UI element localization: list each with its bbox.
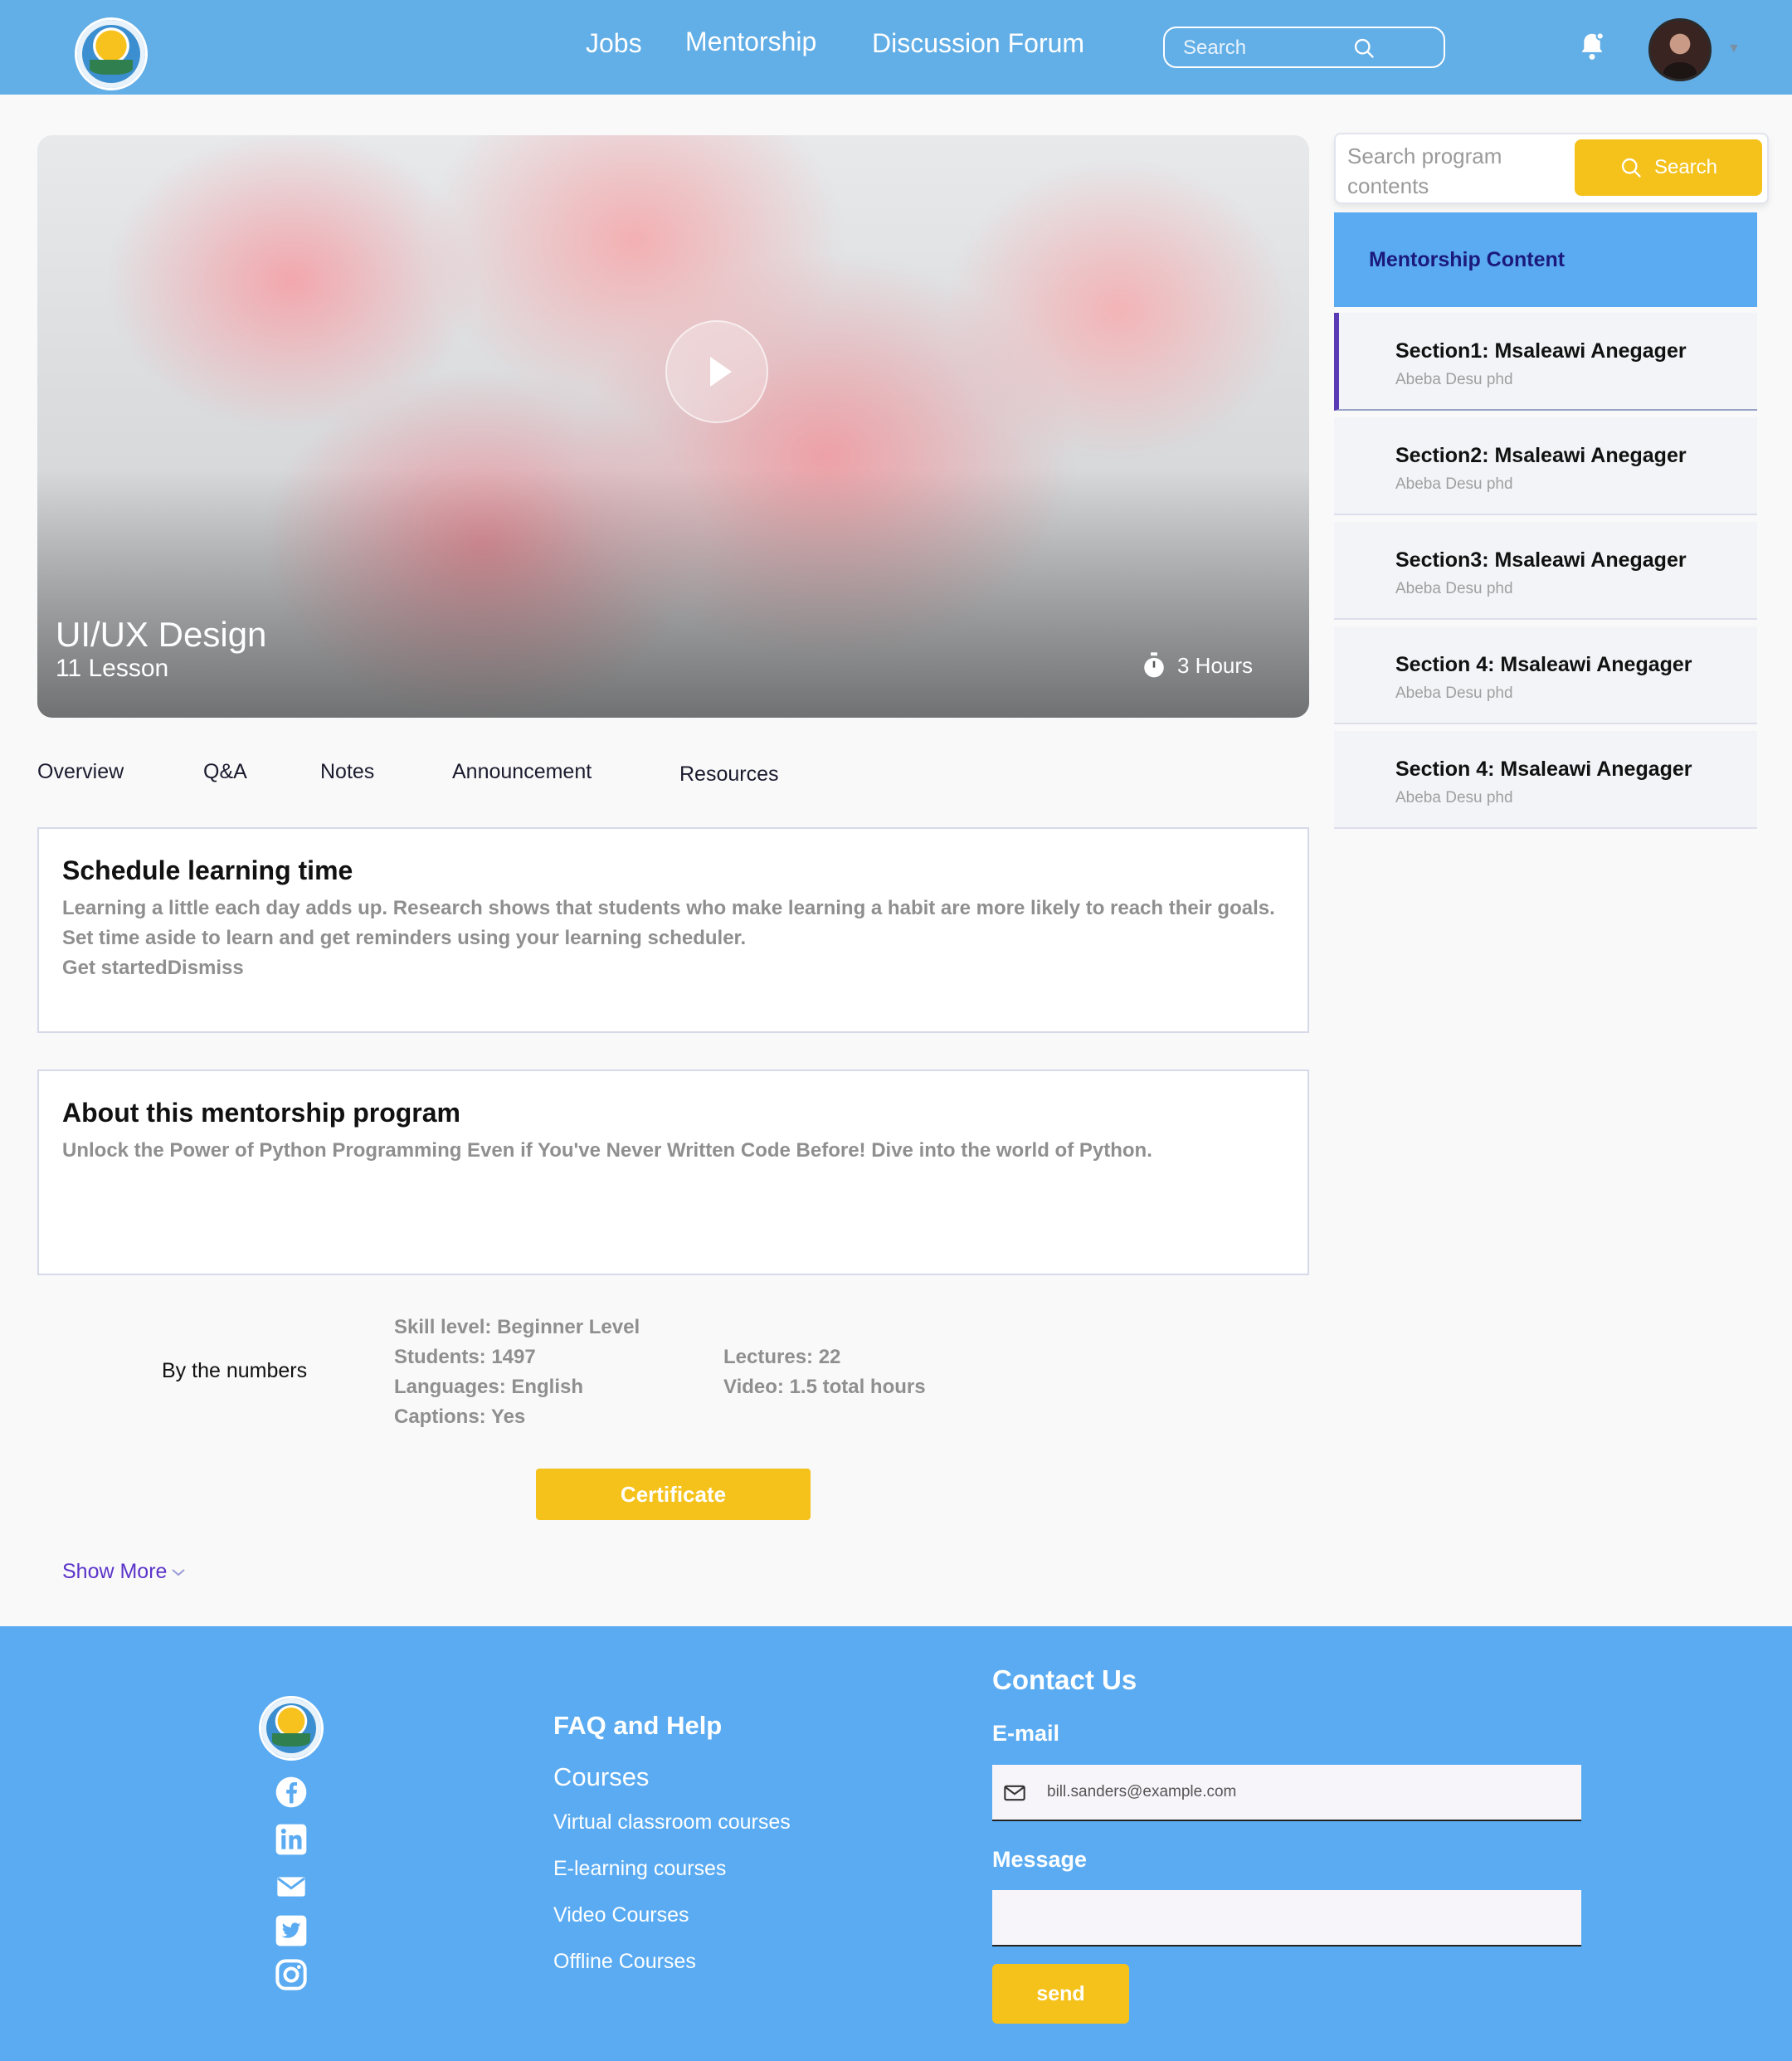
site-logo[interactable]	[75, 17, 148, 90]
content-section-2[interactable]: Section2: Msaleawi Anegager Abeba Desu p…	[1334, 417, 1757, 515]
faq-help-title[interactable]: FAQ and Help	[553, 1711, 722, 1741]
show-more-label: Show More	[62, 1560, 168, 1583]
send-button[interactable]: send	[992, 1964, 1129, 2024]
schedule-body: Learning a little each day adds up. Rese…	[62, 894, 1282, 983]
content-section-4[interactable]: Section 4: Msaleawi Anegager Abeba Desu …	[1334, 626, 1757, 724]
schedule-actions[interactable]: Get startedDismiss	[62, 957, 244, 979]
tab-announcement[interactable]: Announcement	[452, 760, 592, 784]
header-search-placeholder: Search	[1183, 37, 1247, 59]
program-search-button[interactable]: Search	[1575, 139, 1762, 196]
about-body: Unlock the Power of Python Programming E…	[62, 1139, 1152, 1162]
footer-link-offline-courses[interactable]: Offline Courses	[553, 1950, 696, 1974]
lesson-count: 11 Lesson	[56, 655, 169, 682]
mentorship-content-header: Mentorship Content	[1334, 212, 1757, 307]
section-author: Abeba Desu phd	[1395, 371, 1513, 388]
footer-link-e-learning[interactable]: E-learning courses	[553, 1857, 726, 1881]
video-hours: Video: 1.5 total hours	[723, 1376, 926, 1398]
section-author: Abeba Desu phd	[1395, 789, 1513, 806]
header-search-input[interactable]: Search	[1163, 27, 1445, 68]
notification-bell-icon[interactable]	[1578, 32, 1606, 61]
section-title: Section 4: Msaleawi Anegager	[1395, 653, 1692, 676]
tab-overview[interactable]: Overview	[37, 760, 124, 784]
play-button[interactable]	[665, 320, 768, 423]
message-label: Message	[992, 1847, 1088, 1872]
about-program-card: About this mentorship program Unlock the…	[37, 1069, 1309, 1275]
site-footer: FAQ and Help Courses Virtual classroom c…	[0, 1626, 1792, 2061]
section-title: Section1: Msaleawi Anegager	[1395, 339, 1687, 363]
email-value: bill.sanders@example.com	[1047, 1783, 1237, 1800]
section-author: Abeba Desu phd	[1395, 580, 1513, 597]
footer-logo[interactable]	[259, 1696, 324, 1761]
contact-us-title: Contact Us	[992, 1664, 1137, 1695]
schedule-learning-card: Schedule learning time Learning a little…	[37, 827, 1309, 1033]
section-author: Abeba Desu phd	[1395, 685, 1513, 702]
program-search: Search program contents Search	[1334, 133, 1769, 204]
linkedin-icon[interactable]	[275, 1823, 308, 1856]
duration-text: 3 Hours	[1177, 652, 1254, 678]
stopwatch-icon	[1144, 652, 1164, 678]
nav-discussion-forum[interactable]: Discussion Forum	[872, 28, 1084, 59]
schedule-description: Learning a little each day adds up. Rese…	[62, 897, 1275, 949]
email-icon[interactable]	[275, 1870, 308, 1903]
section-title: Section3: Msaleawi Anegager	[1395, 548, 1687, 572]
tab-resources[interactable]: Resources	[679, 763, 779, 787]
schedule-title: Schedule learning time	[62, 855, 353, 885]
nav-jobs[interactable]: Jobs	[586, 28, 642, 59]
search-icon[interactable]	[1352, 37, 1376, 60]
content-section-5[interactable]: Section 4: Msaleawi Anegager Abeba Desu …	[1334, 731, 1757, 829]
twitter-icon[interactable]	[275, 1914, 308, 1947]
nav-mentorship[interactable]: Mentorship	[685, 27, 816, 57]
play-icon	[710, 357, 732, 387]
course-duration: 3 Hours	[1141, 651, 1253, 680]
captions: Captions: Yes	[394, 1406, 526, 1428]
content-section-1[interactable]: Section1: Msaleawi Anegager Abeba Desu p…	[1334, 313, 1757, 411]
show-more-link[interactable]: Show More	[62, 1560, 187, 1584]
mail-icon	[1004, 1785, 1025, 1801]
footer-link-video-courses[interactable]: Video Courses	[553, 1903, 689, 1927]
top-nav-bar: Jobs Mentorship Discussion Forum Search …	[0, 0, 1792, 95]
email-field[interactable]: bill.sanders@example.com	[992, 1765, 1581, 1821]
content-section-3[interactable]: Section3: Msaleawi Anegager Abeba Desu p…	[1334, 522, 1757, 620]
mentorship-content-title: Mentorship Content	[1369, 248, 1566, 271]
section-title: Section2: Msaleawi Anegager	[1395, 444, 1687, 467]
program-search-input[interactable]: Search program contents	[1347, 141, 1563, 201]
courses-title[interactable]: Courses	[553, 1762, 649, 1792]
course-video-player[interactable]: UI/UX Design 11 Lesson 3 Hours	[37, 135, 1309, 718]
facebook-icon[interactable]	[275, 1776, 308, 1809]
email-label: E-mail	[992, 1721, 1060, 1746]
search-icon	[1621, 158, 1641, 178]
chevron-down-icon	[172, 1569, 186, 1576]
tab-notes[interactable]: Notes	[320, 760, 374, 784]
user-avatar[interactable]	[1648, 18, 1712, 81]
message-field[interactable]	[992, 1890, 1581, 1946]
by-the-numbers-label: By the numbers	[162, 1359, 308, 1382]
program-search-button-label: Search	[1653, 156, 1718, 178]
chevron-down-icon[interactable]: ▼	[1727, 41, 1741, 56]
lecture-count: Lectures: 22	[723, 1346, 841, 1368]
tab-qa[interactable]: Q&A	[203, 760, 247, 784]
student-count: Students: 1497	[394, 1346, 536, 1368]
section-title: Section 4: Msaleawi Anegager	[1395, 758, 1692, 781]
numbers-column-1: Skill level: Beginner Level Students: 14…	[394, 1313, 640, 1432]
skill-level: Skill level: Beginner Level	[394, 1316, 640, 1338]
languages: Languages: English	[394, 1376, 584, 1398]
instagram-icon[interactable]	[275, 1958, 308, 1991]
course-title: UI/UX Design	[56, 615, 267, 654]
section-author: Abeba Desu phd	[1395, 475, 1513, 493]
certificate-button[interactable]: Certificate	[536, 1469, 811, 1520]
footer-link-virtual-classroom[interactable]: Virtual classroom courses	[553, 1810, 791, 1834]
numbers-column-2: Lectures: 22 Video: 1.5 total hours	[723, 1342, 926, 1402]
about-title: About this mentorship program	[62, 1098, 460, 1128]
